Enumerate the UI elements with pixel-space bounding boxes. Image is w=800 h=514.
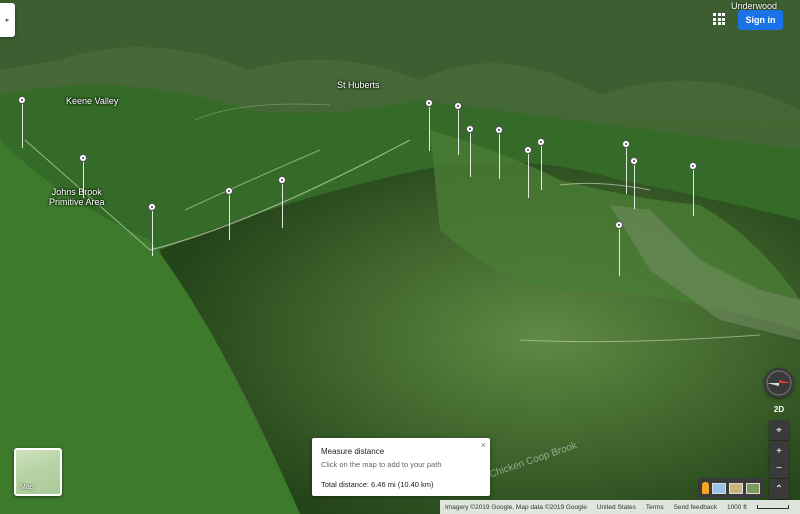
map-layer-thumbnail[interactable]: Map (14, 448, 62, 496)
my-location-icon[interactable]: ⌖ (769, 420, 789, 440)
pin-stem (633, 165, 635, 209)
imagery-attribution: Imagery ©2019 Google, Map data ©2019 Goo… (445, 503, 587, 511)
path-point-marker[interactable] (495, 126, 505, 179)
pin-stem (457, 110, 459, 155)
pin-stem (692, 170, 694, 216)
pin-icon (278, 176, 286, 184)
pin-icon (630, 157, 638, 165)
pin-icon (615, 221, 623, 229)
path-point-marker[interactable] (524, 146, 534, 198)
map-footer: Imagery ©2019 Google, Map data ©2019 Goo… (440, 500, 800, 514)
pin-stem (281, 184, 283, 228)
measure-distance-card: Measure distance Click on the map to add… (312, 438, 490, 496)
path-point-marker[interactable] (18, 96, 28, 148)
measure-title: Measure distance (321, 447, 385, 456)
path-point-marker[interactable] (148, 203, 158, 256)
pin-icon (495, 126, 503, 134)
street-view-bar[interactable] (698, 478, 764, 498)
path-point-marker[interactable] (425, 99, 435, 151)
pin-icon (524, 146, 532, 154)
pegman-icon[interactable] (702, 482, 709, 494)
pin-stem (428, 107, 430, 151)
path-point-marker[interactable] (79, 154, 89, 198)
imagery-thumbnail-1[interactable] (712, 482, 726, 494)
path-point-marker[interactable] (689, 162, 699, 216)
pin-stem (618, 229, 620, 276)
pin-stem (82, 162, 84, 198)
close-icon[interactable]: × (481, 440, 486, 450)
country-link[interactable]: United States (597, 504, 636, 511)
pin-icon (148, 203, 156, 211)
satellite-terrain[interactable] (0, 0, 800, 514)
pin-icon (425, 99, 433, 107)
sign-in-button[interactable]: Sign in (738, 10, 783, 30)
pin-stem (625, 148, 627, 194)
send-feedback-link[interactable]: Send feedback (674, 504, 717, 511)
label-st-huberts[interactable]: St Huberts (337, 80, 380, 90)
pin-stem (21, 104, 23, 148)
path-point-marker[interactable] (630, 157, 640, 209)
pin-icon (622, 140, 630, 148)
pin-stem (498, 134, 500, 179)
toggle-2d-button[interactable]: 2D (769, 399, 789, 419)
pin-icon (466, 125, 474, 133)
label-keene-valley[interactable]: Keene Valley (66, 96, 118, 106)
pin-icon (537, 138, 545, 146)
pin-stem (540, 146, 542, 190)
pin-stem (469, 133, 471, 177)
side-panel-toggle[interactable]: ▸ (0, 3, 15, 37)
path-point-marker[interactable] (278, 176, 288, 228)
path-point-marker[interactable] (466, 125, 476, 177)
terms-link[interactable]: Terms (646, 504, 664, 511)
scale-label: 1000 ft (726, 503, 747, 511)
pin-icon (454, 102, 462, 110)
imagery-thumbnail-2[interactable] (729, 482, 743, 494)
pin-stem (151, 211, 153, 256)
measure-total-distance: Total distance: 6.46 mi (10.40 km) (321, 480, 434, 489)
imagery-thumbnail-3[interactable] (746, 482, 760, 494)
path-point-marker[interactable] (225, 187, 235, 240)
expand-controls-icon[interactable]: ⌃ (769, 479, 789, 499)
compass-icon[interactable] (764, 368, 794, 398)
path-point-marker[interactable] (537, 138, 547, 190)
pin-stem (527, 154, 529, 198)
pin-stem (228, 195, 230, 240)
label-johns-brook[interactable]: Johns Brook Primitive Area (49, 187, 105, 207)
pin-icon (689, 162, 697, 170)
map-thumbnail-label: Map (20, 484, 34, 491)
path-point-marker[interactable] (454, 102, 464, 155)
pin-icon (18, 96, 26, 104)
path-point-marker[interactable] (615, 221, 625, 276)
apps-grid-icon[interactable] (713, 13, 725, 25)
pin-icon (79, 154, 87, 162)
pin-icon (225, 187, 233, 195)
zoom-out-button[interactable]: − (769, 458, 789, 478)
scale-bar (756, 505, 789, 509)
measure-hint: Click on the map to add to your path (321, 460, 442, 469)
